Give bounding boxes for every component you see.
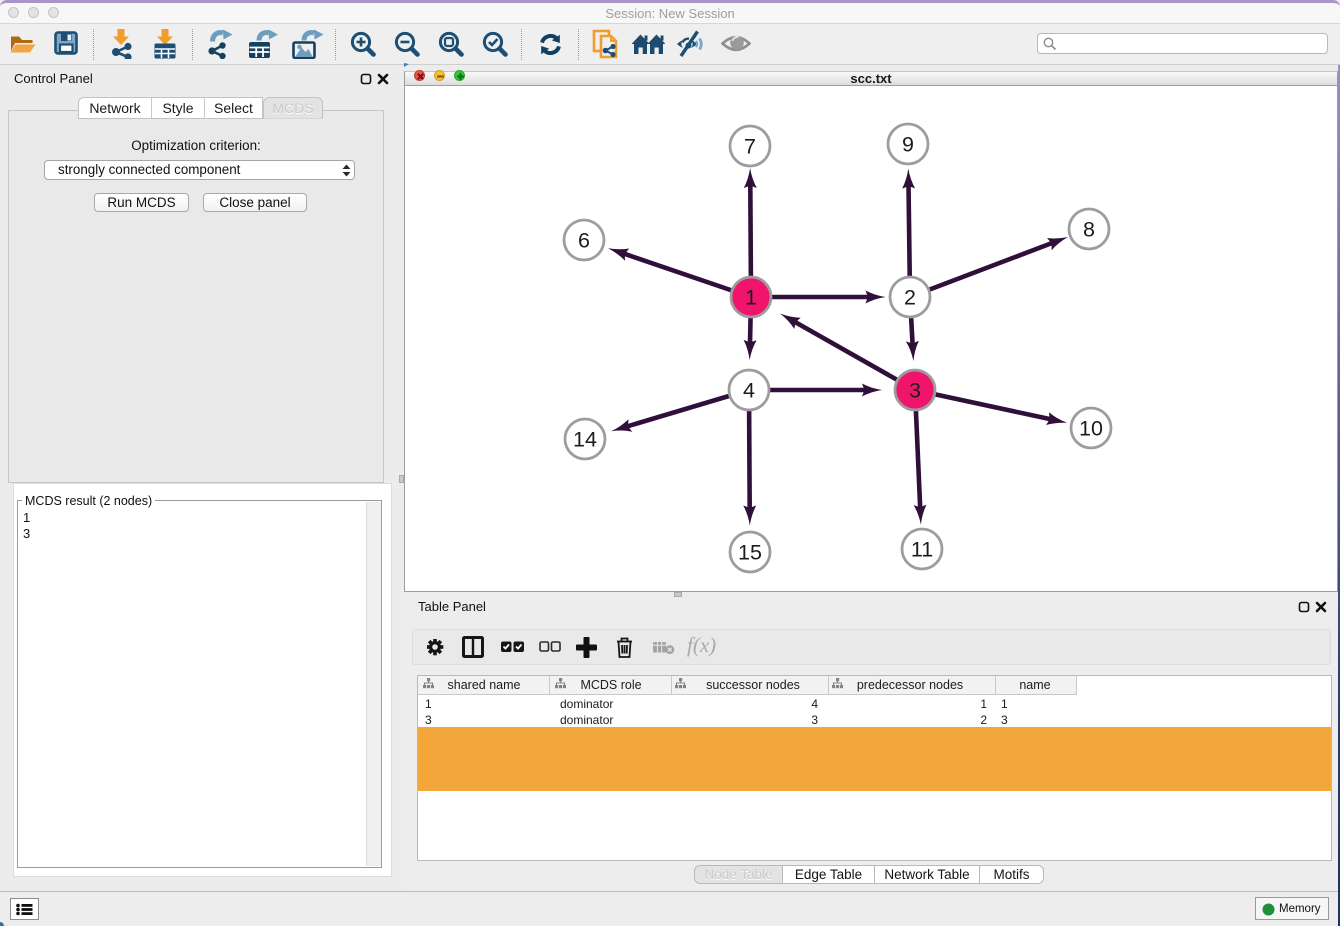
- svg-text:10: 10: [1079, 417, 1103, 441]
- svg-text:9: 9: [902, 133, 914, 157]
- svg-text:3: 3: [909, 379, 921, 403]
- svg-text:4: 4: [743, 379, 755, 403]
- svg-text:8: 8: [1083, 218, 1095, 242]
- svg-text:1: 1: [745, 286, 757, 310]
- svg-text:7: 7: [744, 135, 756, 159]
- svg-text:11: 11: [911, 538, 933, 562]
- svg-text:6: 6: [578, 229, 590, 253]
- svg-text:14: 14: [573, 428, 597, 452]
- svg-text:2: 2: [904, 286, 916, 310]
- svg-text:15: 15: [738, 541, 762, 565]
